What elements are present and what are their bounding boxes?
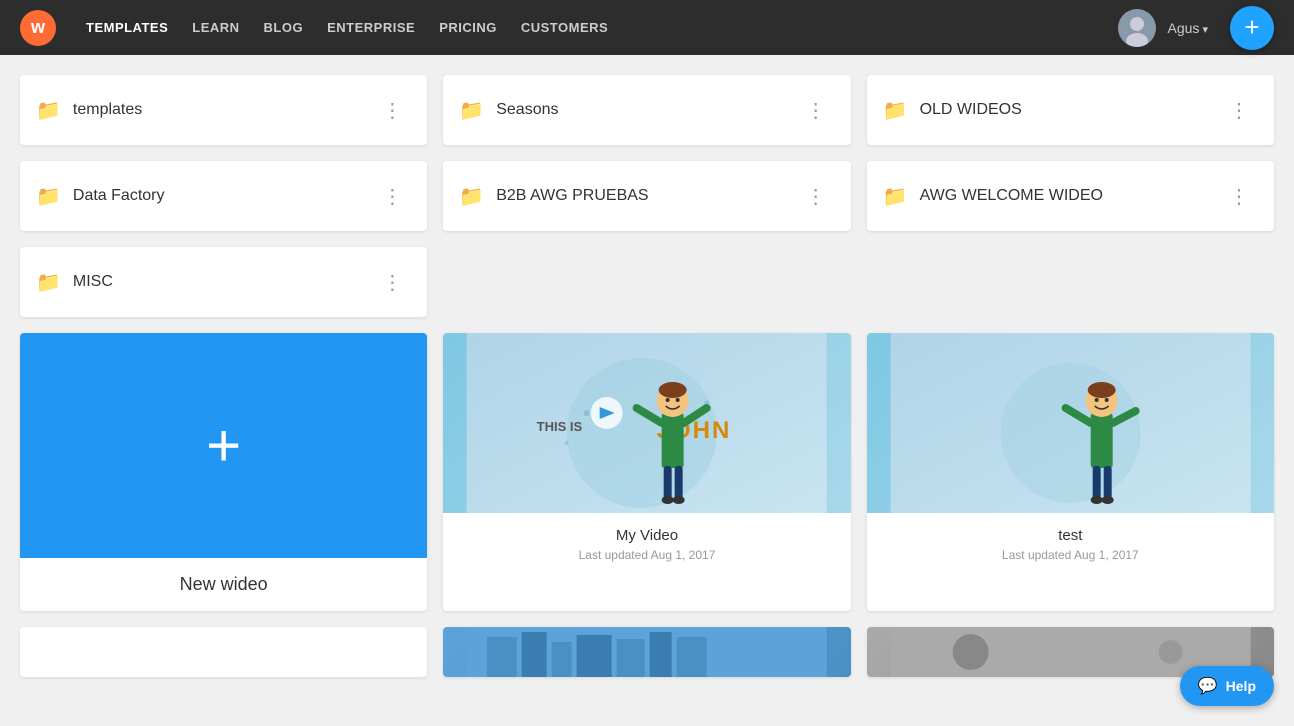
video-thumbnail: THIS IS JOHN [443, 333, 850, 513]
partial-card-city[interactable] [443, 627, 850, 677]
video-title: My Video [459, 527, 834, 544]
logo-text: w [31, 17, 45, 38]
folder-menu-button[interactable]: ⋮ [798, 94, 835, 127]
video-title: test [883, 527, 1258, 544]
nav-blog[interactable]: BLOG [264, 20, 304, 35]
navbar: w TEMPLATES LEARN BLOG ENTERPRISE PRICIN… [0, 0, 1294, 55]
folder-card-seasons[interactable]: 📁 Seasons ⋮ [443, 75, 850, 145]
folder-icon: 📁 [36, 184, 61, 209]
folder-icon: 📁 [459, 98, 484, 123]
new-wideo-label: New wideo [20, 558, 427, 611]
main-content: 📁 templates ⋮ 📁 Seasons ⋮ 📁 OLD WIDEOS ⋮… [0, 55, 1294, 726]
folder-menu-button[interactable]: ⋮ [798, 180, 835, 213]
help-icon: 💬 [1198, 676, 1218, 696]
folder-card-templates[interactable]: 📁 templates ⋮ [20, 75, 427, 145]
folder-card-b2b[interactable]: 📁 B2B AWG PRUEBAS ⋮ [443, 161, 850, 231]
nav-customers[interactable]: CUSTOMERS [521, 20, 608, 35]
folder-name: B2B AWG PRUEBAS [496, 187, 648, 205]
video-card-my-video[interactable]: THIS IS JOHN [443, 333, 850, 611]
nav-learn[interactable]: LEARN [192, 20, 239, 35]
avatar [1118, 9, 1156, 47]
folder-card-old-wideos[interactable]: 📁 OLD WIDEOS ⋮ [867, 75, 1274, 145]
navbar-right: Agus + [1118, 6, 1275, 50]
new-wideo-blue-area: + [20, 333, 427, 558]
logo[interactable]: w [20, 10, 56, 46]
partial-card-white[interactable] [20, 627, 427, 677]
folder-menu-button[interactable]: ⋮ [1221, 180, 1258, 213]
nav-enterprise[interactable]: ENTERPRISE [327, 20, 415, 35]
help-button[interactable]: 💬 Help [1180, 666, 1274, 706]
user-name[interactable]: Agus [1168, 20, 1209, 36]
folder-icon: 📁 [459, 184, 484, 209]
plus-icon: + [206, 416, 241, 476]
folder-menu-button[interactable]: ⋮ [374, 180, 411, 213]
folder-name: AWG WELCOME WIDEO [920, 187, 1103, 205]
folder-name: OLD WIDEOS [920, 101, 1022, 119]
folder-name: Data Factory [73, 187, 165, 205]
nav-templates[interactable]: TEMPLATES [86, 20, 168, 35]
new-wideo-card[interactable]: + New wideo [20, 333, 427, 611]
folder-card-misc[interactable]: 📁 MISC ⋮ [20, 247, 427, 317]
svg-text:THIS IS: THIS IS [537, 419, 583, 434]
video-info: test Last updated Aug 1, 2017 [867, 513, 1274, 576]
nav-pricing[interactable]: PRICING [439, 20, 497, 35]
video-updated: Last updated Aug 1, 2017 [459, 548, 834, 562]
folder-name: MISC [73, 273, 113, 291]
folder-name: templates [73, 101, 142, 119]
folder-icon: 📁 [883, 184, 908, 209]
help-label: Help [1226, 678, 1256, 694]
video-card-test[interactable]: test Last updated Aug 1, 2017 [867, 333, 1274, 611]
video-updated: Last updated Aug 1, 2017 [883, 548, 1258, 562]
folder-card-awg-welcome[interactable]: 📁 AWG WELCOME WIDEO ⋮ [867, 161, 1274, 231]
folder-icon: 📁 [883, 98, 908, 123]
folder-menu-button[interactable]: ⋮ [374, 94, 411, 127]
video-info: My Video Last updated Aug 1, 2017 [443, 513, 850, 576]
nav-links: TEMPLATES LEARN BLOG ENTERPRISE PRICING … [86, 20, 1118, 35]
folder-icon: 📁 [36, 270, 61, 295]
video-thumbnail [867, 333, 1274, 513]
folder-name: Seasons [496, 101, 558, 119]
folder-menu-button[interactable]: ⋮ [1221, 94, 1258, 127]
folder-card-data-factory[interactable]: 📁 Data Factory ⋮ [20, 161, 427, 231]
fab-add-button[interactable]: + [1230, 6, 1274, 50]
folder-menu-button[interactable]: ⋮ [374, 266, 411, 299]
items-grid: 📁 templates ⋮ 📁 Seasons ⋮ 📁 OLD WIDEOS ⋮… [20, 75, 1274, 677]
folder-icon: 📁 [36, 98, 61, 123]
